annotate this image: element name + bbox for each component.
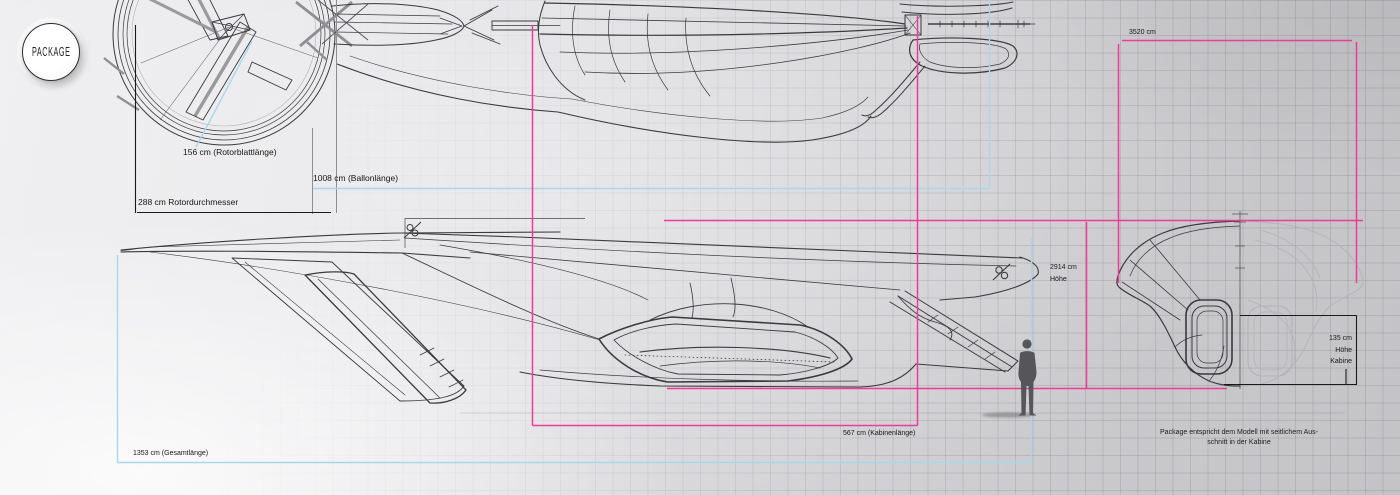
dim-balloon-length-line bbox=[313, 0, 991, 190]
label-total-length: 1353 cm (Gesamtlänge) bbox=[133, 450, 209, 457]
package-badge: PACKAGE bbox=[22, 23, 80, 81]
label-total-height-value: 2914 cm bbox=[1050, 264, 1077, 271]
front-view-drawing bbox=[1116, 211, 1364, 389]
label-cabin-length: 567 cm (Kabinenlänge) bbox=[843, 430, 916, 437]
label-cabin-height-word2: Kabine bbox=[1330, 358, 1352, 365]
brand-logo-icon bbox=[403, 221, 422, 239]
label-top-width: 3520 cm bbox=[1129, 29, 1156, 36]
label-total-height: 2914 cm Höhe bbox=[1050, 262, 1077, 285]
label-rotor-blade-length: 156 cm (Rotorblattlänge) bbox=[183, 147, 277, 157]
label-cabin-height: 135 cm Höhe Kabine bbox=[1329, 333, 1352, 368]
label-cabin-height-word1: Höhe bbox=[1335, 346, 1352, 354]
package-drawing-canvas: 156 cm (Rotorblattlänge) 1008 cm (Ballon… bbox=[0, 0, 1400, 495]
footnote-line2: schnitt in der Kabine bbox=[1207, 439, 1271, 446]
footnote: Package entspricht dem Modell mit seitli… bbox=[1138, 428, 1340, 448]
footnote-line1: Package entspricht dem Modell mit seitli… bbox=[1160, 429, 1318, 436]
top-view-drawing bbox=[103, 0, 1036, 146]
technical-drawing bbox=[103, 0, 1364, 464]
label-total-height-word: Höhe bbox=[1050, 275, 1067, 283]
package-badge-label: PACKAGE bbox=[31, 45, 71, 59]
label-balloon-length: 1008 cm (Ballonlänge) bbox=[313, 173, 399, 183]
label-cabin-height-value: 135 cm bbox=[1329, 335, 1352, 342]
label-rotor-diameter: 288 cm Rotordurchmesser bbox=[138, 197, 239, 207]
brand-logo-icon bbox=[992, 263, 1011, 281]
ground-shadow bbox=[460, 411, 1345, 418]
human-scale-figure bbox=[1018, 339, 1037, 416]
side-view-drawing bbox=[120, 218, 1039, 404]
